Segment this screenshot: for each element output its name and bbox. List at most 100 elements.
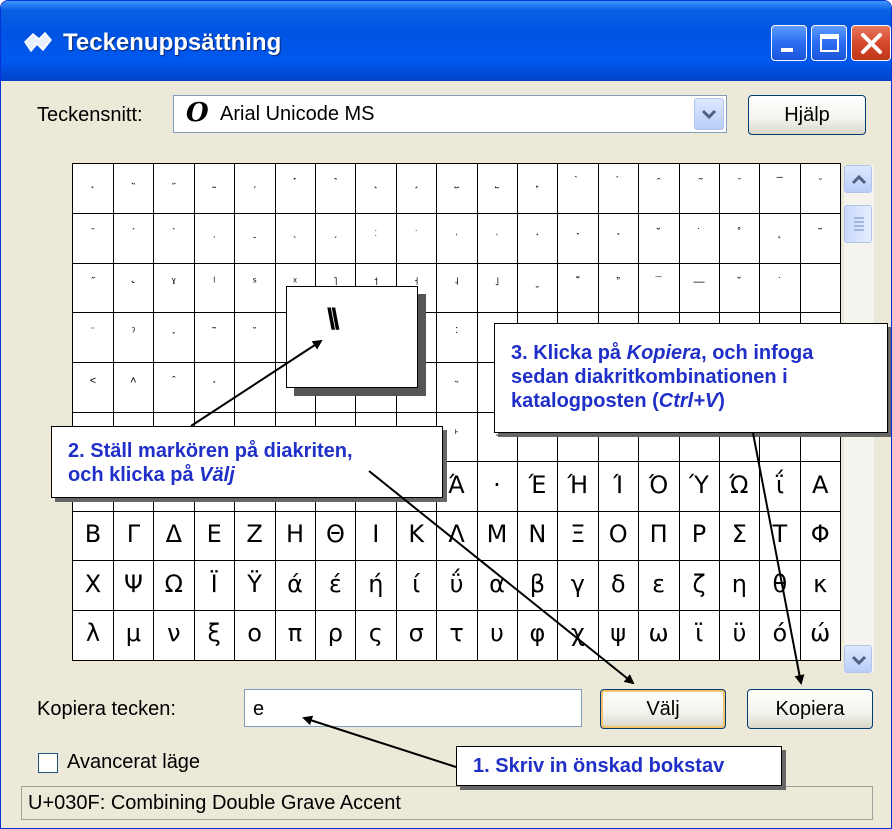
character-cell[interactable]: ˖	[598, 213, 640, 264]
character-cell[interactable]: ˬ	[517, 263, 559, 314]
character-cell[interactable]: ˻	[355, 164, 397, 215]
character-cell[interactable]: η	[719, 560, 761, 611]
character-cell[interactable]: ˵	[113, 164, 155, 215]
character-cell[interactable]: γ	[557, 560, 599, 611]
character-cell[interactable]: α	[477, 560, 518, 611]
character-cell[interactable]: ˔	[517, 213, 559, 264]
character-cell[interactable]: ˵	[436, 362, 478, 413]
character-cell[interactable]: ˘	[719, 263, 761, 314]
character-cell[interactable]: κ	[800, 560, 842, 611]
character-cell[interactable]: ˉ	[73, 213, 114, 264]
character-cell[interactable]: ˨	[436, 263, 478, 314]
character-cell[interactable]: Έ	[517, 461, 559, 512]
character-cell[interactable]: ˒	[436, 213, 478, 264]
character-cell[interactable]: ˸	[436, 312, 478, 363]
character-cell[interactable]: Ρ	[679, 511, 720, 562]
character-cell[interactable]: π	[275, 610, 316, 661]
copy-button[interactable]: Kopiera	[747, 689, 873, 729]
character-cell[interactable]: ˇ	[234, 312, 276, 363]
character-cell[interactable]: ˞	[113, 263, 155, 314]
character-cell[interactable]: ˹	[275, 164, 316, 215]
character-cell[interactable]: ˘	[638, 213, 680, 264]
character-cell[interactable]: ώ	[800, 610, 842, 661]
character-cell[interactable]: ˖	[194, 362, 236, 413]
character-cell[interactable]: ̀	[557, 164, 599, 215]
character-cell[interactable]: φ	[517, 610, 559, 661]
character-cell[interactable]: Λ	[436, 511, 478, 562]
minimize-button[interactable]	[771, 25, 807, 61]
character-cell[interactable]: ˏ	[315, 213, 357, 264]
character-cell[interactable]: —	[679, 263, 720, 314]
character-cell[interactable]: Ε	[194, 511, 236, 562]
character-cell[interactable]: ˷	[194, 164, 236, 215]
character-cell[interactable]: ΐ	[759, 461, 801, 512]
character-cell[interactable]: Ζ	[234, 511, 276, 562]
character-cell[interactable]: ˕	[557, 213, 599, 264]
help-button[interactable]: Hjälp	[748, 95, 866, 135]
character-cell[interactable]: Ϋ	[234, 560, 276, 611]
character-cell[interactable]: Ϊ	[194, 560, 236, 611]
character-cell[interactable]: ά	[275, 560, 316, 611]
character-cell[interactable]: ˋ	[153, 213, 195, 264]
character-cell[interactable]: ˑ	[396, 213, 438, 264]
character-cell[interactable]: ˙	[759, 263, 801, 314]
character-cell[interactable]: Ι	[355, 511, 397, 562]
character-cell[interactable]	[234, 362, 276, 413]
character-cell[interactable]: ̅	[759, 164, 801, 215]
character-cell[interactable]: ˌ	[194, 213, 236, 264]
character-cell[interactable]: ˶	[153, 164, 195, 215]
character-cell[interactable]: ψ	[598, 610, 640, 661]
character-cell[interactable]: ˛	[759, 213, 801, 264]
character-cell[interactable]: ˊ	[113, 213, 155, 264]
character-cell[interactable]: Ω	[153, 560, 195, 611]
character-cell[interactable]: Θ	[315, 511, 357, 562]
character-cell[interactable]: ː	[355, 213, 397, 264]
copy-chars-input[interactable]: e	[244, 689, 582, 727]
character-cell[interactable]: ˢ	[234, 263, 276, 314]
character-cell[interactable]: ο	[234, 610, 276, 661]
character-cell[interactable]: Ο	[598, 511, 640, 562]
character-cell[interactable]: ˜	[800, 213, 842, 264]
character-cell[interactable]: ή	[355, 560, 397, 611]
character-cell[interactable]: Ί	[598, 461, 640, 512]
character-cell[interactable]: ¨	[73, 312, 114, 363]
character-cell[interactable]: ς	[355, 610, 397, 661]
character-cell[interactable]: ˿	[517, 164, 559, 215]
character-cell[interactable]: ˼	[396, 164, 438, 215]
character-cell[interactable]: ̆	[800, 164, 842, 215]
character-cell[interactable]: Ό	[638, 461, 680, 512]
character-cell[interactable]: ̄	[719, 164, 761, 215]
character-cell[interactable]: Μ	[477, 511, 518, 562]
character-cell[interactable]: ζ	[679, 560, 720, 611]
character-cell[interactable]: Ώ	[719, 461, 761, 512]
character-cell[interactable]: ˩	[477, 263, 518, 314]
character-cell[interactable]: Χ	[73, 560, 114, 611]
character-cell[interactable]: Ν	[517, 511, 559, 562]
character-cell[interactable]: Ύ	[679, 461, 720, 512]
character-cell[interactable]: Δ	[153, 511, 195, 562]
character-cell[interactable]: ˾	[477, 164, 518, 215]
character-cell[interactable]: ˄	[113, 362, 155, 413]
character-cell[interactable]	[800, 263, 842, 314]
character-cell[interactable]: μ	[113, 610, 155, 661]
character-cell[interactable]: ˛	[73, 164, 114, 215]
character-cell[interactable]: ˮ	[598, 263, 640, 314]
character-cell[interactable]: ˎ	[275, 213, 316, 264]
character-cell[interactable]: Κ	[396, 511, 438, 562]
character-cell[interactable]: ˙	[679, 213, 720, 264]
character-cell[interactable]: ˝	[73, 263, 114, 314]
character-cell[interactable]: ˺	[315, 164, 357, 215]
character-cell[interactable]: λ	[73, 610, 114, 661]
character-cell[interactable]: ν	[153, 610, 195, 661]
character-cell[interactable]: ˡ	[194, 263, 236, 314]
character-cell[interactable]: Τ	[759, 511, 801, 562]
character-cell[interactable]: ˆ	[153, 362, 195, 413]
title-bar[interactable]: Teckenuppsättning	[1, 1, 891, 81]
character-cell[interactable]: θ	[759, 560, 801, 611]
character-cell[interactable]: ϋ	[719, 610, 761, 661]
character-cell[interactable]: Φ	[800, 511, 842, 562]
character-cell[interactable]: Γ	[113, 511, 155, 562]
scroll-down-button[interactable]	[844, 645, 872, 673]
character-cell[interactable]: ω	[638, 610, 680, 661]
character-cell[interactable]: Β	[73, 511, 114, 562]
